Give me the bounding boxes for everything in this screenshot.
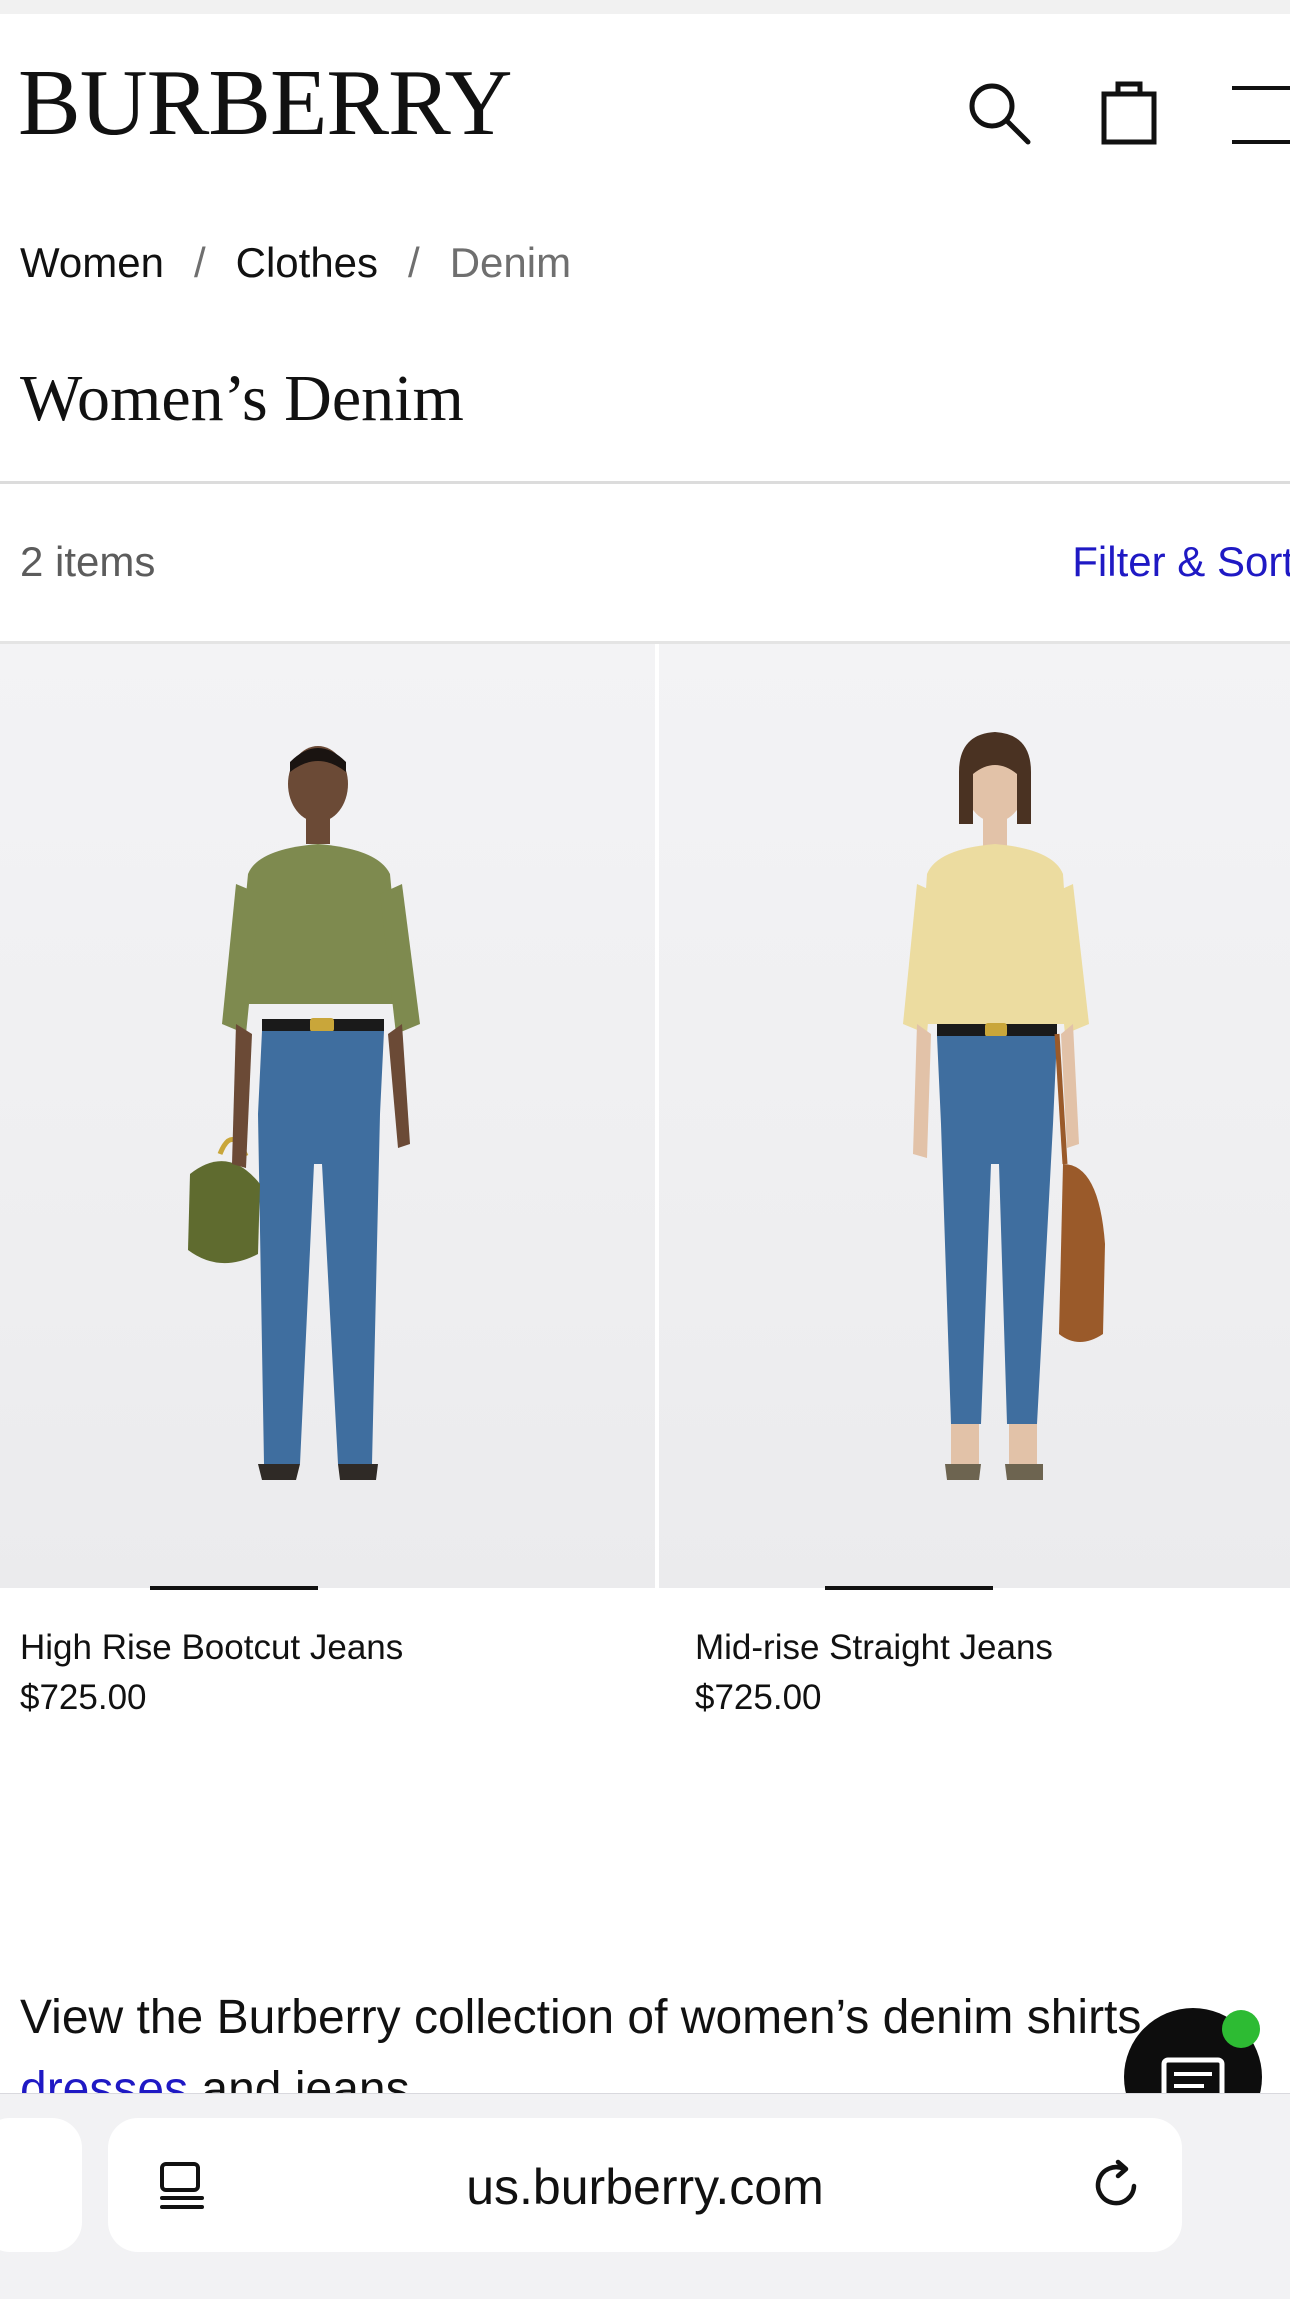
product-card[interactable]: High Rise Bootcut Jeans $725.00 — [0, 644, 655, 1724]
breadcrumb-separator: / — [193, 239, 206, 286]
description-line: View the Burberry collection of women’s … — [20, 1991, 1155, 2044]
breadcrumb: Women / Clothes / Denim — [20, 238, 571, 288]
filter-sort-button[interactable]: Filter & Sort — [1072, 538, 1290, 586]
previous-tab-preview[interactable] — [0, 2118, 82, 2252]
shopping-bag-icon[interactable] — [1094, 76, 1166, 148]
item-count: 2 items — [20, 538, 156, 585]
product-card[interactable]: Mid-rise Straight Jeans $725.00 — [659, 644, 1290, 1724]
product-price: $725.00 — [695, 1678, 822, 1717]
breadcrumb-denim: Denim — [449, 239, 572, 286]
image-carousel-indicator — [825, 1586, 993, 1590]
status-strip — [0, 0, 1290, 14]
product-price: $725.00 — [20, 1678, 147, 1717]
site-header: BURBERRY — [0, 14, 1290, 190]
brand-logo[interactable]: BURBERRY — [18, 56, 512, 150]
chat-online-indicator — [1222, 2010, 1260, 2048]
breadcrumb-women[interactable]: Women — [20, 239, 164, 286]
breadcrumb-clothes[interactable]: Clothes — [236, 239, 378, 286]
url-text[interactable]: us.burberry.com — [108, 2158, 1182, 2216]
menu-icon[interactable] — [1228, 76, 1290, 148]
product-name[interactable]: High Rise Bootcut Jeans — [20, 1628, 403, 1668]
page-title: Women’s Denim — [20, 362, 464, 435]
results-toolbar: 2 items Filter & Sort — [0, 484, 1290, 642]
product-image[interactable] — [0, 644, 655, 1588]
product-name[interactable]: Mid-rise Straight Jeans — [695, 1628, 1053, 1668]
reload-icon[interactable] — [1088, 2156, 1146, 2214]
product-listing-page: BURBERRY Women / Clothes / Denim Women’s Den… — [0, 0, 1290, 2299]
address-bar[interactable]: us.burberry.com — [108, 2118, 1182, 2252]
search-icon[interactable] — [962, 76, 1034, 148]
image-carousel-indicator — [150, 1586, 318, 1590]
breadcrumb-separator: / — [408, 239, 420, 286]
product-image[interactable] — [659, 644, 1290, 1588]
